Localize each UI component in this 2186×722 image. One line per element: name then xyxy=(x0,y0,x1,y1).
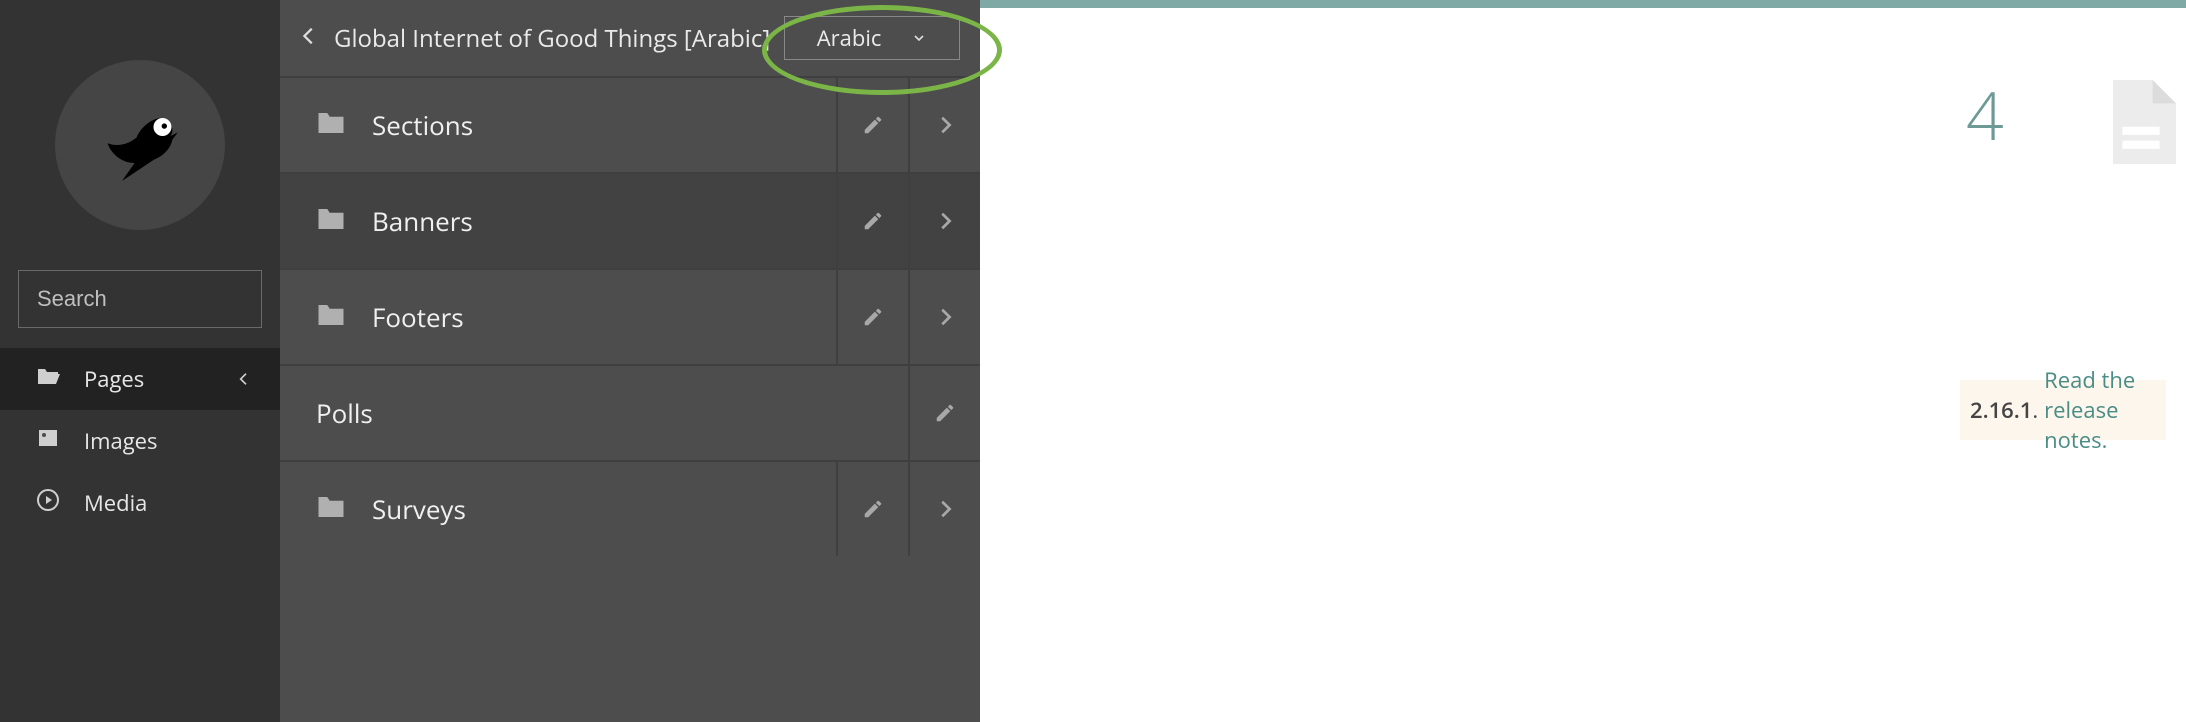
stat-count-partial: 4 xyxy=(1966,70,2004,160)
document-icon xyxy=(2106,80,2176,169)
explorer-item-label: Polls xyxy=(316,395,373,431)
logo-circle xyxy=(55,60,225,230)
expand-button[interactable] xyxy=(908,78,980,172)
expand-button[interactable] xyxy=(908,174,980,268)
release-dot: . xyxy=(2032,395,2038,425)
explorer-row-surveys: Surveys xyxy=(280,460,980,556)
sidebar-item-label: Pages xyxy=(84,364,144,394)
breadcrumb[interactable]: Global Internet of Good Things [Arabic] xyxy=(334,22,770,55)
chevron-down-icon xyxy=(911,23,927,53)
sidebar: Pages Images Media xyxy=(0,0,280,722)
folder-icon xyxy=(316,494,346,525)
accent-bar xyxy=(980,0,2186,8)
sidebar-item-media[interactable]: Media xyxy=(0,472,280,534)
stat-documents: 2 Documents xyxy=(2106,80,2186,183)
bird-icon xyxy=(95,100,185,190)
edit-button[interactable] xyxy=(836,462,908,556)
back-button[interactable] xyxy=(298,25,320,52)
explorer-item-label: Surveys xyxy=(372,491,466,527)
explorer-row-sections: Sections xyxy=(280,76,980,172)
folder-open-icon xyxy=(36,364,62,395)
folder-icon xyxy=(316,110,346,141)
expand-button[interactable] xyxy=(908,462,980,556)
search-box[interactable] xyxy=(18,270,262,328)
chevron-left-icon xyxy=(236,364,252,394)
explorer-item[interactable]: Footers xyxy=(280,270,836,364)
explorer-item[interactable]: Sections xyxy=(280,78,836,172)
sidebar-item-pages[interactable]: Pages xyxy=(0,348,280,410)
explorer-row-banners: Banners xyxy=(280,172,980,268)
explorer-item[interactable]: Banners xyxy=(280,174,836,268)
edit-button[interactable] xyxy=(908,366,980,460)
expand-button[interactable] xyxy=(908,270,980,364)
sidebar-item-label: Media xyxy=(84,488,147,518)
explorer-item-label: Banners xyxy=(372,203,473,239)
explorer-item[interactable]: Surveys xyxy=(280,462,836,556)
language-select[interactable]: Arabic xyxy=(784,16,960,60)
sidebar-item-label: Images xyxy=(84,426,158,456)
explorer-item-label: Sections xyxy=(372,107,473,143)
edit-button[interactable] xyxy=(836,270,908,364)
sidebar-item-images[interactable]: Images xyxy=(0,410,280,472)
edit-button[interactable] xyxy=(836,78,908,172)
release-notes-link[interactable]: Read the release notes. xyxy=(2044,365,2156,455)
edit-button[interactable] xyxy=(836,174,908,268)
image-icon xyxy=(36,426,62,457)
explorer-panel: Global Internet of Good Things [Arabic] … xyxy=(280,0,980,722)
folder-icon xyxy=(316,302,346,333)
release-banner: 2.16.1 . Read the release notes. xyxy=(1960,380,2166,440)
explorer-item-label: Footers xyxy=(372,299,464,335)
explorer-row-polls: Polls xyxy=(280,364,980,460)
explorer-item[interactable]: Polls xyxy=(280,366,908,460)
explorer-row-footers: Footers xyxy=(280,268,980,364)
folder-icon xyxy=(316,206,346,237)
play-icon xyxy=(36,488,62,519)
content-area: 4 2 Documents 2.16.1 . Read the release … xyxy=(980,0,2186,722)
release-version: 2.16.1 xyxy=(1970,395,2032,425)
language-select-value: Arabic xyxy=(817,23,882,53)
logo xyxy=(0,20,280,260)
explorer-header: Global Internet of Good Things [Arabic] … xyxy=(280,0,980,76)
